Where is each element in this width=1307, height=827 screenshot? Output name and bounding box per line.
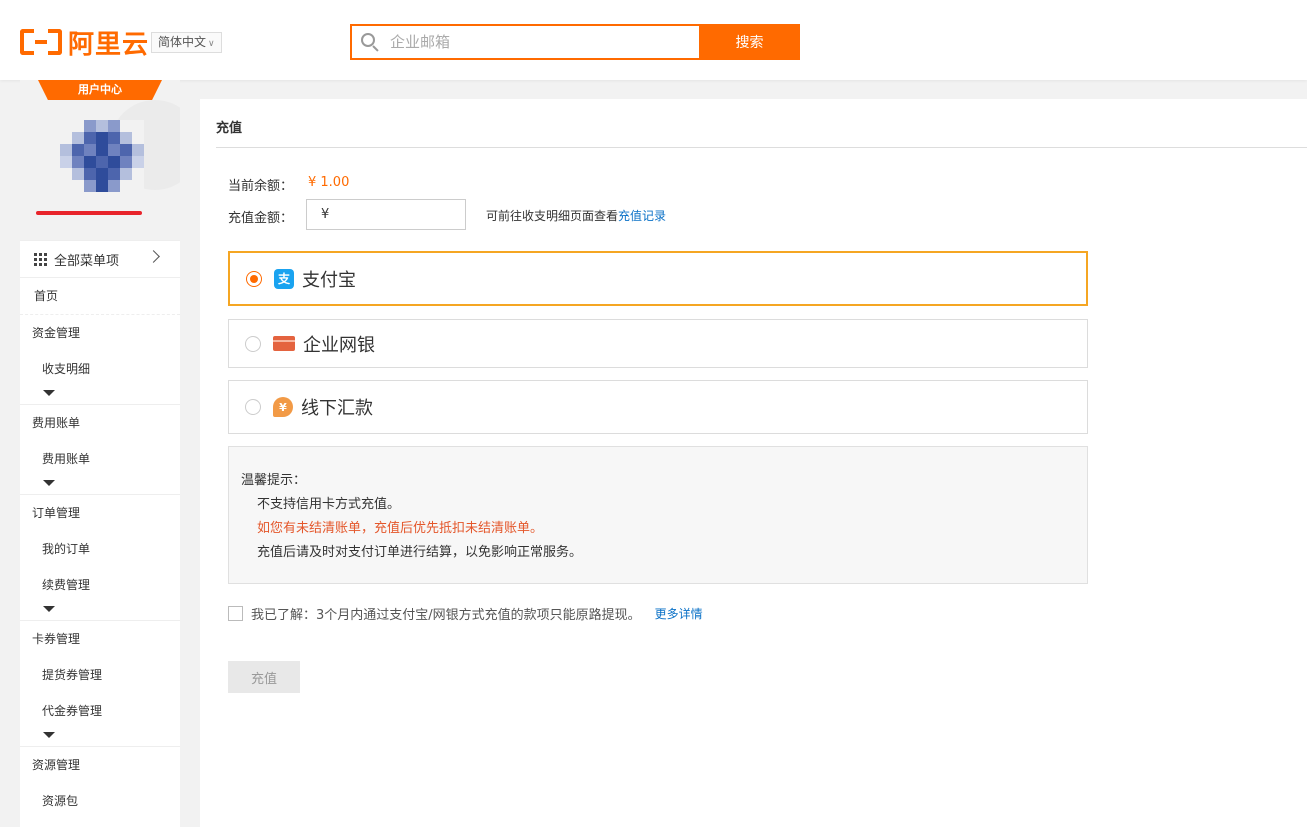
bank-card-icon (273, 336, 295, 351)
tips-box: 温馨提示： 不支持信用卡方式充值。 如您有未结清账单，充值后优先抵扣未结清账单。… (228, 446, 1088, 584)
avatar[interactable] (60, 120, 144, 192)
user-card: 用户中心 (20, 80, 180, 240)
caret-down-icon[interactable] (20, 477, 180, 494)
radio-icon[interactable] (245, 399, 261, 415)
sidebar-group-orders: 订单管理 我的订单 续费管理 (20, 495, 180, 621)
main-panel: 充值 当前余额： ¥ 1.00 充值金额： ¥ 可前往收支明细页面查看充值记录 … (200, 99, 1307, 827)
divider (216, 147, 1307, 148)
aliyun-logo[interactable]: 阿里云 (20, 27, 149, 60)
recharge-submit-button[interactable]: 充值 (228, 661, 300, 693)
caret-down-icon[interactable] (20, 729, 180, 746)
all-menu-label: 全部菜单项 (54, 253, 120, 269)
sidebar-item-resource-packs[interactable]: 资源包 (20, 783, 180, 819)
amount-hint: 可前往收支明细页面查看充值记录 (486, 207, 666, 224)
agreement-row: 我已了解：3个月内通过支付宝/网银方式充值的款项只能原路提现。 更多详情 (228, 604, 703, 623)
language-select[interactable]: 简体中文 ∨ (151, 32, 222, 53)
sidebar-group-title[interactable]: 卡券管理 (20, 621, 180, 657)
alipay-icon: 支 (274, 268, 294, 289)
grid-icon (34, 252, 47, 266)
recharge-records-link[interactable]: 充值记录 (618, 209, 666, 223)
radio-selected-icon[interactable] (246, 270, 262, 287)
tips-warning: 如您有未结清账单，充值后优先抵扣未结清账单。 (257, 521, 544, 536)
caret-down-icon[interactable] (20, 603, 180, 620)
sidebar-group-billing: 费用账单 费用账单 (20, 405, 180, 495)
sidebar-group-funds: 资金管理 收支明细 (20, 315, 180, 405)
caret-down-icon[interactable] (20, 387, 180, 404)
logo-text: 阿里云 (68, 29, 150, 60)
user-center-badge: 用户中心 (38, 80, 162, 100)
aliyun-logo-icon (20, 29, 62, 55)
sidebar-group-coupons: 卡券管理 提货券管理 代金券管理 (20, 621, 180, 747)
payment-label: 线下汇款 (301, 398, 373, 419)
sidebar-item-bills[interactable]: 费用账单 (20, 441, 180, 477)
username-redacted (36, 211, 142, 215)
balance-value: ¥ 1.00 (308, 175, 350, 190)
sidebar-item-home[interactable]: 首页 (20, 278, 180, 315)
top-bar: 阿里云 简体中文∨ 搜索 (0, 0, 1307, 80)
payment-option-offline[interactable]: ¥ 线下汇款 (228, 380, 1088, 434)
page-title: 充值 (216, 121, 243, 136)
tips-line: 充值后请及时对支付订单进行结算，以免影响正常服务。 (257, 545, 583, 560)
agreement-text: 我已了解：3个月内通过支付宝/网银方式充值的款项只能原路提现。 (251, 608, 641, 623)
hint-text: 可前往收支明细页面查看 (486, 209, 619, 223)
sidebar: 用户中心 全部菜单项 首页 资金管理 收支明细 费用账单 费用账单 订单管理 我… (20, 80, 180, 827)
currency-prefix: ¥ (321, 207, 330, 222)
sidebar-group-resources: 资源管理 资源包 (20, 747, 180, 819)
sidebar-group-title[interactable]: 资源管理 (20, 747, 180, 783)
sidebar-item-transactions[interactable]: 收支明细 (20, 351, 180, 387)
tips-line: 不支持信用卡方式充值。 (257, 497, 401, 512)
sidebar-group-title[interactable]: 订单管理 (20, 495, 180, 531)
offline-remit-icon: ¥ (273, 397, 293, 417)
sidebar-item-coupons[interactable]: 代金券管理 (20, 693, 180, 729)
sidebar-group-title[interactable]: 资金管理 (20, 315, 180, 351)
chevron-down-icon: ∨ (208, 39, 215, 49)
search-icon (360, 32, 380, 52)
payment-label: 支付宝 (302, 269, 356, 291)
amount-label: 充值金额： (228, 211, 294, 226)
language-label: 简体中文 (158, 35, 207, 49)
balance-label: 当前余额： (228, 179, 294, 194)
more-details-link[interactable]: 更多详情 (655, 605, 703, 622)
amount-input[interactable]: ¥ (306, 199, 466, 230)
sidebar-item-renewals[interactable]: 续费管理 (20, 567, 180, 603)
search-bar: 搜索 (350, 24, 800, 60)
search-button[interactable]: 搜索 (699, 24, 800, 60)
payment-label: 企业网银 (303, 334, 375, 356)
tips-title: 温馨提示： (241, 473, 307, 488)
search-box (350, 24, 699, 60)
all-menu-button[interactable]: 全部菜单项 (20, 240, 180, 278)
sidebar-group-title[interactable]: 费用账单 (20, 405, 180, 441)
payment-option-bank[interactable]: 企业网银 (228, 319, 1088, 368)
search-input[interactable] (390, 33, 680, 51)
sidebar-item-my-orders[interactable]: 我的订单 (20, 531, 180, 567)
sidebar-item-vouchers[interactable]: 提货券管理 (20, 657, 180, 693)
chevron-right-icon (147, 250, 160, 263)
agree-checkbox[interactable] (228, 606, 243, 621)
radio-icon[interactable] (245, 335, 261, 352)
payment-option-alipay[interactable]: 支 支付宝 (228, 251, 1088, 306)
